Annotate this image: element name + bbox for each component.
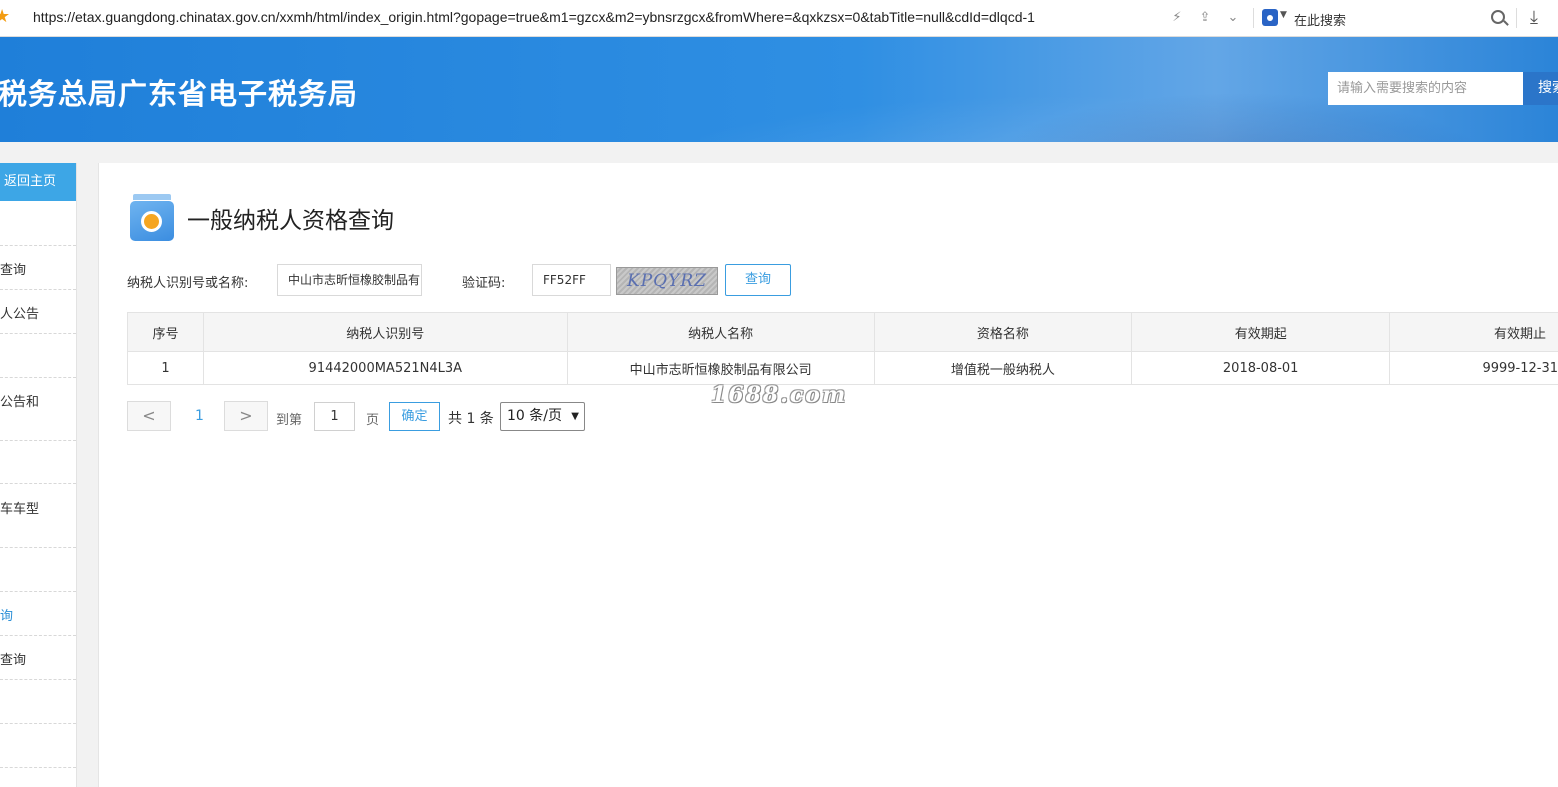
col-header: 序号 [127, 312, 204, 352]
sidebar-divider [0, 440, 76, 441]
sidebar-divider [0, 289, 76, 290]
captcha-input[interactable]: FF52FF [532, 264, 611, 296]
sidebar-divider [0, 547, 76, 548]
goto-confirm-button[interactable]: 确定 [389, 402, 440, 431]
goto-page-input[interactable]: 1 [314, 402, 355, 431]
table-header-row: 序号 纳税人识别号 纳税人名称 资格名称 有效期起 有效期止 [127, 312, 1558, 352]
toolbar-divider [1253, 8, 1254, 28]
sidebar-divider [0, 723, 76, 724]
main-panel: 一般纳税人资格查询 纳税人识别号或名称: 中山市志昕恒橡胶制品有 验证码: FF… [98, 163, 1558, 787]
table-cell: 增值税一般纳税人 [873, 351, 1133, 385]
search-document-icon [130, 194, 176, 241]
prev-page-button[interactable]: < [127, 401, 171, 431]
total-count: 共 1 条 [448, 411, 494, 427]
chevron-down-icon: ▼ [571, 411, 579, 422]
results-table: 序号 纳税人识别号 纳税人名称 资格名称 有效期起 有效期止 1 9144200… [127, 312, 1558, 385]
sidebar-divider [0, 767, 76, 768]
sidebar: 返回主页 查询 人公告 公告和 车车型 询 查询 [0, 163, 77, 787]
sidebar-item[interactable]: 人公告 [0, 303, 76, 322]
captcha-label: 验证码: [462, 276, 506, 291]
page-size-value: 10 条/页 [507, 408, 562, 424]
col-header: 有效期起 [1131, 312, 1391, 352]
page-number[interactable]: 1 [195, 408, 204, 424]
browser-address-bar: ★ https://etax.guangdong.chinatax.gov.cn… [0, 0, 1558, 37]
col-header: 纳税人名称 [566, 312, 875, 352]
sidebar-divider [0, 591, 76, 592]
table-row: 1 91442000MA521N4L3A 中山市志昕恒橡胶制品有限公司 增值税一… [127, 351, 1558, 385]
browser-search-box[interactable]: 在此搜索 [1294, 10, 1346, 29]
table-cell: 91442000MA521N4L3A [202, 351, 568, 385]
site-title: 税务总局广东省电子税务局 [0, 77, 359, 111]
sidebar-item[interactable]: 公告和 [0, 391, 76, 410]
col-header: 资格名称 [873, 312, 1133, 352]
sidebar-item-active[interactable]: 询 [0, 605, 76, 624]
col-header: 有效期止 [1389, 312, 1558, 352]
sidebar-divider [0, 679, 76, 680]
page-size-select[interactable]: 10 条/页 ▼ [500, 402, 585, 431]
sidebar-item[interactable]: 车车型 [0, 498, 76, 517]
taxpayer-input[interactable]: 中山市志昕恒橡胶制品有 [277, 264, 422, 296]
query-button[interactable]: 查询 [725, 264, 791, 296]
site-search-input[interactable]: 请输入需要搜索的内容 [1328, 72, 1524, 105]
sidebar-divider [0, 635, 76, 636]
back-home-button[interactable]: 返回主页 [0, 163, 76, 201]
watermark: 1688.com [711, 382, 848, 408]
sidebar-divider [0, 483, 76, 484]
site-header: 税务总局广东省电子税务局 请输入需要搜索的内容 搜索 [0, 37, 1558, 142]
sidebar-divider [0, 245, 76, 246]
download-icon[interactable]: ⤓ [1524, 8, 1544, 28]
sidebar-divider [0, 333, 76, 334]
table-cell: 9999-12-31 [1389, 351, 1558, 385]
goto-label: 到第 [276, 413, 303, 428]
sidebar-divider [0, 377, 76, 378]
search-engine-icon[interactable] [1262, 9, 1278, 26]
sidebar-item[interactable]: 查询 [0, 649, 76, 668]
caret-down-icon[interactable]: ▼ [1280, 10, 1287, 20]
bookmark-star-icon[interactable]: ★ [0, 7, 14, 27]
table-cell: 2018-08-01 [1131, 351, 1391, 385]
page-title: 一般纳税人资格查询 [187, 208, 394, 234]
table-cell: 1 [127, 351, 204, 385]
page-unit-label: 页 [366, 413, 380, 428]
url-field[interactable]: https://etax.guangdong.chinatax.gov.cn/x… [33, 9, 1158, 25]
col-header: 纳税人识别号 [202, 312, 568, 352]
search-icon[interactable] [1491, 10, 1505, 24]
taxpayer-label: 纳税人识别号或名称: [127, 276, 249, 291]
lightning-icon[interactable]: ⚡ [1168, 8, 1186, 28]
next-page-button[interactable]: > [224, 401, 268, 431]
site-search-button[interactable]: 搜索 [1523, 72, 1558, 105]
captcha-image[interactable]: KPQYRZ [616, 267, 718, 295]
sidebar-item[interactable]: 查询 [0, 259, 76, 278]
table-cell: 中山市志昕恒橡胶制品有限公司 [566, 351, 875, 385]
toolbar-divider [1516, 8, 1517, 28]
share-icon[interactable]: ⇪ [1196, 8, 1214, 28]
chevron-down-icon[interactable]: ⌄ [1224, 8, 1242, 28]
